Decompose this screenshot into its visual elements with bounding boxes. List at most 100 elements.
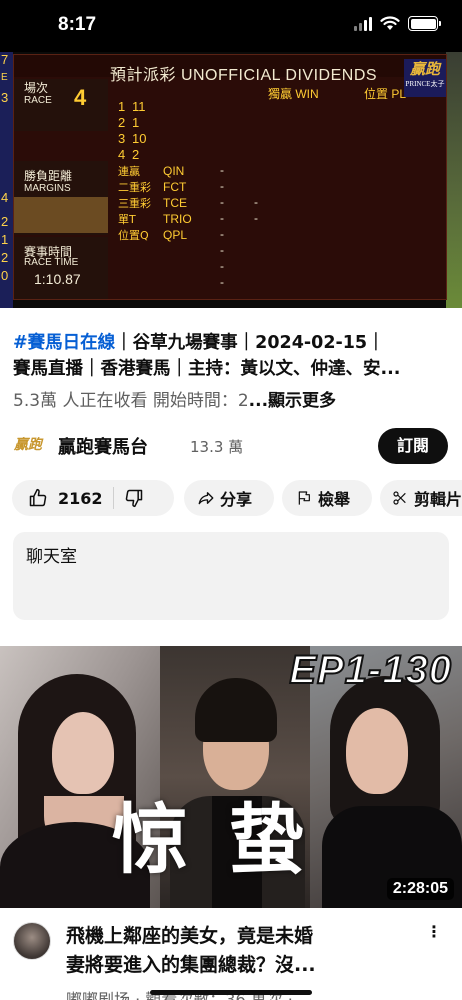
race-label-cn: 場次 bbox=[24, 81, 49, 95]
result-position: 3 bbox=[118, 131, 126, 146]
race-time-label-en: RACE TIME bbox=[24, 257, 79, 268]
share-icon bbox=[196, 488, 216, 508]
channel-name[interactable]: 贏跑賽馬台 bbox=[58, 433, 148, 459]
strip-char: 4 bbox=[1, 190, 9, 205]
channel-avatar[interactable]: 贏跑 bbox=[14, 434, 48, 456]
strip-char: 2 bbox=[1, 250, 9, 265]
recommended-title-line1: 飛機上鄰座的美女，竟是未婚 bbox=[66, 925, 314, 947]
broadcaster-logo: 贏跑 PRINCE太子 bbox=[404, 59, 446, 97]
result-position: 2 bbox=[118, 115, 126, 130]
wifi-icon bbox=[380, 16, 400, 30]
home-indicator[interactable] bbox=[150, 990, 312, 995]
result-position: 1 bbox=[118, 99, 126, 114]
flag-icon bbox=[294, 488, 314, 508]
logo-en: PRINCE太子 bbox=[405, 80, 445, 88]
share-button[interactable]: 分享 bbox=[184, 480, 274, 516]
strip-char: E bbox=[1, 72, 8, 83]
video-meta[interactable]: 5.3萬 人正在收看 開始時間：2...顯示更多 bbox=[13, 386, 336, 411]
pool-name-cn: 三重彩 bbox=[118, 197, 151, 210]
video-title[interactable]: #賽馬日在線｜谷草九場賽事｜2024-02-15｜ 賽馬直播｜香港賽馬｜主持：黃… bbox=[13, 330, 453, 382]
recommended-video-title[interactable]: 飛機上鄰座的美女，竟是未婚 妻將要進入的集團總裁？沒... bbox=[66, 922, 416, 980]
race-number: 4 bbox=[74, 85, 87, 110]
video-title-text: ｜谷草九場賽事｜2024-02-15｜ bbox=[115, 333, 385, 353]
result-row: 3 10 bbox=[118, 131, 146, 146]
margins-label-cn: 勝負距離 bbox=[24, 169, 73, 183]
pool-value: - bbox=[220, 163, 224, 177]
place-column-header: 位置 PL bbox=[364, 87, 407, 101]
show-more-link[interactable]: ...顯示更多 bbox=[249, 391, 336, 411]
track-background bbox=[446, 52, 462, 308]
subscribe-button[interactable]: 訂閱 bbox=[378, 428, 448, 464]
more-options-icon[interactable]: ⋮ bbox=[426, 922, 442, 941]
recommended-title-line2: 妻將要進入的集團總裁？沒... bbox=[66, 954, 316, 976]
pool-row: 位置Q QPL bbox=[118, 227, 218, 243]
video-title-line2: 賽馬直播｜香港賽馬｜主持：黃以文、仲達、安... bbox=[13, 359, 401, 379]
race-label-en: RACE bbox=[24, 95, 52, 106]
left-scoreboard-strip: 7 E 3 4 2 1 2 0 bbox=[0, 52, 13, 308]
pool-value: - bbox=[220, 259, 224, 273]
action-bar: 2162 分享 檢舉 剪輯片 bbox=[12, 480, 462, 516]
subscriber-count: 13.3 萬 bbox=[190, 438, 244, 456]
dividends-board: 預計派彩 UNOFFICIAL DIVIDENDS 贏跑 PRINCE太子 場次… bbox=[13, 54, 447, 300]
clip-label: 剪輯片 bbox=[414, 490, 462, 509]
pool-value: - bbox=[220, 195, 224, 209]
pool-row: 二重彩 FCT bbox=[118, 179, 218, 195]
result-position: 4 bbox=[118, 147, 126, 162]
strip-char: 3 bbox=[1, 90, 9, 105]
live-chat-label: 聊天室 bbox=[26, 547, 77, 567]
pool-value: - bbox=[254, 195, 258, 209]
pool-name-en: QPL bbox=[163, 228, 188, 242]
hashtag-link[interactable]: #賽馬日在線 bbox=[13, 333, 115, 353]
thumbs-down-icon[interactable] bbox=[124, 488, 144, 508]
clip-button[interactable]: 剪輯片 bbox=[380, 480, 462, 516]
result-row: 42 bbox=[118, 147, 139, 162]
thumbnail-figure bbox=[52, 712, 114, 794]
channel-avatar[interactable] bbox=[13, 922, 51, 960]
pool-name-en: TRIO bbox=[163, 212, 192, 226]
pool-row: 單T TRIO bbox=[118, 211, 218, 227]
report-label: 檢舉 bbox=[318, 490, 351, 509]
like-divider bbox=[112, 487, 114, 509]
share-label: 分享 bbox=[220, 490, 253, 509]
result-row: 1 11 bbox=[118, 99, 146, 114]
pool-row: 連贏 QIN bbox=[118, 163, 218, 179]
strip-char: 0 bbox=[1, 268, 9, 283]
scissors-icon bbox=[390, 488, 410, 508]
battery-icon bbox=[408, 16, 441, 31]
thumbnail-title-text: 惊蛰 bbox=[112, 795, 344, 884]
strip-char: 2 bbox=[1, 214, 9, 229]
like-button[interactable]: 2162 bbox=[12, 488, 103, 508]
margins-value-box bbox=[14, 197, 108, 233]
status-icons bbox=[354, 16, 441, 31]
status-bar: 8:17 bbox=[0, 0, 462, 52]
strip-char: 1 bbox=[1, 232, 9, 247]
board-title: 預計派彩 UNOFFICIAL DIVIDENDS bbox=[110, 67, 378, 84]
logo-cn: 贏跑 bbox=[409, 60, 440, 78]
result-horse: 1 bbox=[132, 115, 140, 130]
thumbnail-episode-text: EP1-130 bbox=[288, 647, 452, 693]
result-horse: 2 bbox=[132, 147, 140, 162]
live-viewers-and-start-time: 5.3萬 人正在收看 開始時間：2 bbox=[13, 391, 249, 411]
video-duration-badge: 2:28:05 bbox=[386, 878, 454, 900]
like-count: 2162 bbox=[58, 488, 103, 508]
report-button[interactable]: 檢舉 bbox=[282, 480, 372, 516]
cellular-signal-icon bbox=[354, 16, 372, 31]
pool-name-en: QIN bbox=[163, 164, 185, 178]
video-player[interactable]: 7 E 3 4 2 1 2 0 預計派彩 UNOFFICIAL DIVIDEND… bbox=[0, 52, 462, 308]
like-dislike-pill: 2162 bbox=[12, 480, 174, 516]
pool-name-en: TCE bbox=[163, 196, 187, 210]
live-chat-panel[interactable]: 聊天室 bbox=[13, 532, 449, 620]
pool-name-cn: 連贏 bbox=[118, 165, 140, 178]
pool-name-en: FCT bbox=[163, 180, 187, 194]
pool-value: - bbox=[220, 275, 224, 289]
recommended-video-thumbnail[interactable]: EP1-130 惊蛰 2:28:05 bbox=[0, 646, 462, 908]
pool-name-cn: 二重彩 bbox=[118, 181, 151, 194]
result-row: 21 bbox=[118, 115, 139, 130]
race-time-value: 1:10.87 bbox=[34, 271, 81, 287]
thumbnail-figure bbox=[346, 708, 408, 794]
recommended-video-info[interactable]: 飛機上鄰座的美女，竟是未婚 妻將要進入的集團總裁？沒... ⋮ 嘟嘟剧场 · 觀… bbox=[0, 908, 462, 1000]
pool-value: - bbox=[220, 243, 224, 257]
pool-row: 三重彩 TCE bbox=[118, 195, 218, 211]
win-column-header: 獨贏 WIN bbox=[268, 87, 319, 101]
status-time: 8:17 bbox=[58, 14, 97, 35]
